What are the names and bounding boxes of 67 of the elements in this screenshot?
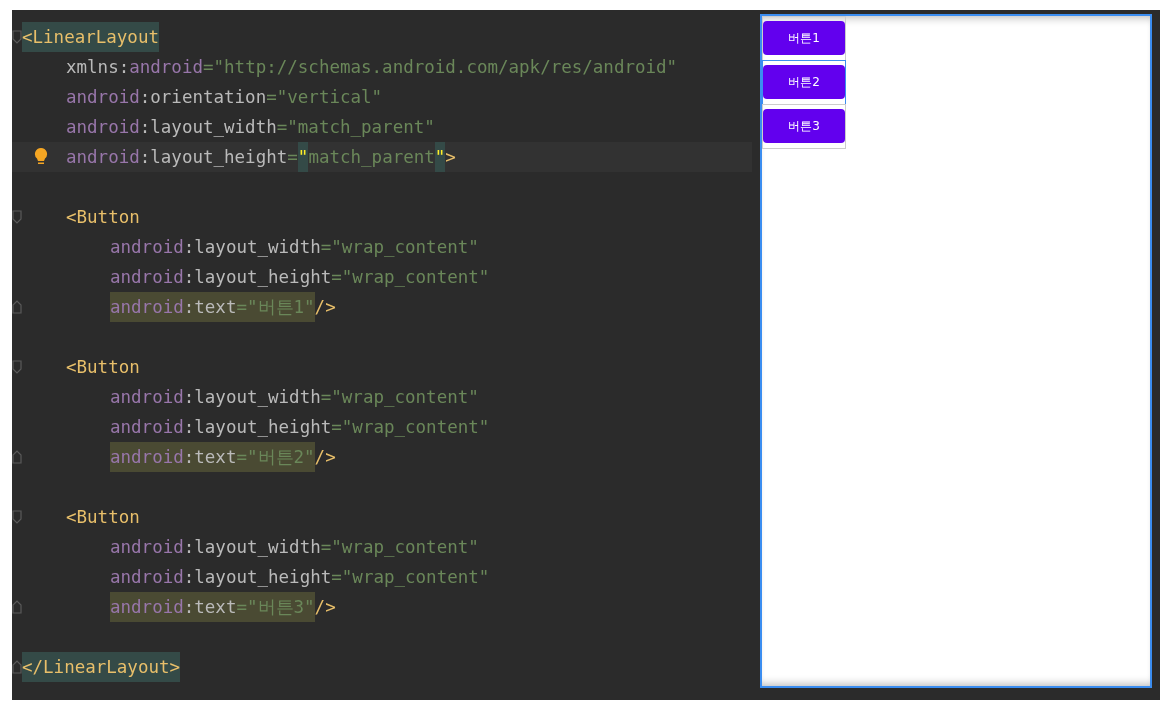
code-token: ="vertical" [266,86,383,109]
code-token: :layout_height [139,146,288,169]
code-token: android [110,442,184,472]
fold-marker-icon[interactable] [12,210,22,224]
code-token: :layout_height [183,416,332,439]
code-editor[interactable] [12,10,752,700]
fold-marker-icon[interactable] [12,660,22,674]
code-token: android [66,86,140,109]
code-token: " [434,142,446,172]
code-token: :layout_width [139,116,277,139]
code-token: android [110,386,184,409]
code-token: android [129,56,203,79]
preview-button[interactable]: 버튼3 [763,109,845,143]
button-outline[interactable]: 버튼2 [762,60,846,105]
button-outline[interactable]: 버튼3 [762,104,846,149]
code-token: </LinearLayout> [22,652,181,682]
code-token: = [287,146,298,169]
code-token: android [110,236,184,259]
code-token: :layout_width [183,536,321,559]
button-outline[interactable]: 버튼1 [762,16,846,61]
code-token: android [66,116,140,139]
fold-marker-icon[interactable] [12,30,22,44]
code-token: ="wrap_content" [320,236,479,259]
code-token: " [297,142,309,172]
fold-marker-icon[interactable] [12,450,22,464]
code-token: android [110,566,184,589]
code-token: :layout_width [183,386,321,409]
code-token: ="wrap_content" [331,266,490,289]
code-token: :orientation [139,86,267,109]
code-token: ="match_parent" [276,116,435,139]
code-token: android [110,292,184,322]
fold-marker-icon[interactable] [12,300,22,314]
code-token: :text [183,442,237,472]
preview-button[interactable]: 버튼1 [763,21,845,55]
code-token: ="버튼1" [236,292,315,322]
code-token: :layout_height [183,566,332,589]
code-token: android [110,592,184,622]
code-token: <Button [66,206,140,229]
code-token: <LinearLayout [22,22,159,52]
code-token: ="wrap_content" [320,386,479,409]
code-token: xmlns: [66,56,130,79]
code-token: android [66,146,140,169]
code-token: match_parent [308,146,435,169]
fold-marker-icon[interactable] [12,510,22,524]
code-token: > [445,146,456,169]
code-token: ="wrap_content" [331,566,490,589]
code-token: :text [183,592,237,622]
code-token: android [110,416,184,439]
fold-marker-icon[interactable] [12,360,22,374]
code-token: android [110,266,184,289]
code-token: ="http://schemas.android.com/apk/res/android" [203,56,678,79]
code-token: /> [314,596,336,619]
code-token: android [110,536,184,559]
code-token: <Button [66,506,140,529]
fold-marker-icon[interactable] [12,600,22,614]
code-token: :text [183,292,237,322]
code-token: :layout_height [183,266,332,289]
code-token: ="버튼2" [236,442,315,472]
code-token: ="버튼3" [236,592,315,622]
code-token: ="wrap_content" [331,416,490,439]
code-token: <Button [66,356,140,379]
code-token: ="wrap_content" [320,536,479,559]
lightbulb-icon[interactable] [34,147,48,167]
code-token: :layout_width [183,236,321,259]
code-token: /> [314,296,336,319]
preview-button[interactable]: 버튼2 [763,65,845,99]
code-token: /> [314,446,336,469]
